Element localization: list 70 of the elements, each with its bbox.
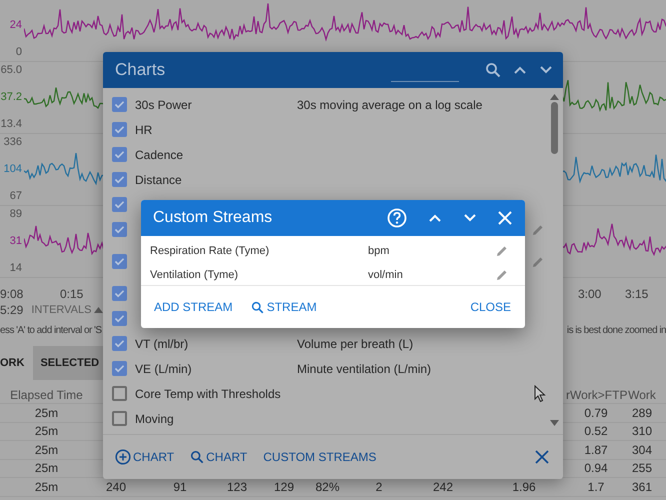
axis-label: 31: [10, 235, 22, 248]
chart-name: Cadence: [135, 148, 184, 162]
text-button[interactable]: CHART: [115, 449, 174, 465]
chart-name: VT (ml/br): [135, 336, 190, 350]
stream-unit: vol/min: [368, 269, 404, 281]
table-cell: 129: [274, 480, 294, 494]
intervals-button[interactable]: INTERVALS: [31, 302, 104, 318]
text-button[interactable]: ADD STREAM: [154, 300, 233, 314]
table-cell: 289: [632, 406, 652, 420]
table-cell: 255: [632, 461, 652, 476]
table-cell: 240: [106, 480, 126, 494]
close-button[interactable]: CLOSE: [470, 300, 511, 314]
tab[interactable]: ORK: [0, 346, 32, 380]
chart-description: Volume per breath (L): [297, 336, 414, 350]
time-tick: 3:00: [578, 286, 602, 302]
axis-label: 65.0: [0, 64, 22, 77]
table-cell: 0.52: [584, 424, 608, 438]
chart-description: Minute ventilation (L/min): [297, 362, 432, 376]
stream-name: Respiration Rate (Tyme): [150, 245, 270, 257]
axis-label: 0: [16, 46, 22, 59]
chart-name: 30s Power: [135, 98, 193, 112]
chart-name: HR: [135, 122, 154, 136]
text-button[interactable]: CUSTOM STREAMS: [263, 450, 376, 464]
chart-name: Distance: [135, 172, 183, 186]
axis-label: 104: [4, 163, 22, 176]
column-header: Elapsed Time: [10, 388, 83, 402]
dialog-title: Custom Streams: [153, 209, 274, 227]
table-cell: 25m: [34, 480, 58, 494]
table-cell: 1.7: [588, 480, 604, 494]
table-cell: 25m: [34, 424, 58, 438]
axis-label: 37.2: [0, 91, 22, 104]
column-header: Work: [628, 388, 656, 402]
axis-label: 67: [10, 190, 22, 203]
table-cell: 304: [632, 442, 652, 457]
chart-description: 30s moving average on a log scale: [297, 98, 482, 112]
stream-unit: bpm: [368, 245, 390, 257]
table-cell: 310: [632, 424, 652, 438]
text-button[interactable]: STREAM: [250, 300, 317, 314]
axis-label: 24: [10, 19, 22, 32]
table-cell: 25m: [34, 442, 58, 457]
axis-label: 13.4: [0, 118, 22, 131]
time-tick: 0:15: [60, 286, 84, 302]
table-cell: 242: [432, 480, 454, 494]
time-tick: 3:15: [625, 286, 648, 302]
chart-name: VE (L/min): [135, 362, 193, 376]
table-cell: 0.94: [584, 461, 608, 476]
table-cell: 91: [173, 480, 187, 494]
column-header: r: [566, 388, 570, 402]
axis-label: 14: [10, 262, 22, 275]
dialog-title: Charts: [115, 60, 166, 80]
table-cell: 2: [376, 480, 382, 494]
time-tick: 9:08: [0, 286, 24, 302]
table-cell: 0.79: [584, 406, 608, 420]
table-cell: 25m: [34, 461, 58, 476]
table-cell: 1.96: [512, 480, 536, 494]
hint-text: is is best done zoomed in: [566, 324, 666, 336]
chart-name: Core Temp with Thresholds: [135, 386, 282, 400]
table-cell: 25m: [34, 406, 58, 420]
table-cell: 82%: [315, 480, 340, 494]
table-cell: 123: [226, 480, 248, 494]
stream-name: Ventilation (Tyme): [150, 269, 240, 281]
column-header: Work>FTP: [570, 388, 628, 402]
table-cell: 361: [632, 480, 652, 494]
text-button[interactable]: CHART: [190, 450, 248, 464]
axis-label: 89: [10, 208, 22, 221]
hint-text: ess 'A' to add interval or 'S: [0, 324, 102, 336]
axis-label: 336: [4, 136, 22, 149]
elapsed-time: 5:29: [0, 302, 24, 318]
chart-name: Moving: [135, 412, 175, 426]
table-cell: 1.87: [584, 442, 608, 457]
